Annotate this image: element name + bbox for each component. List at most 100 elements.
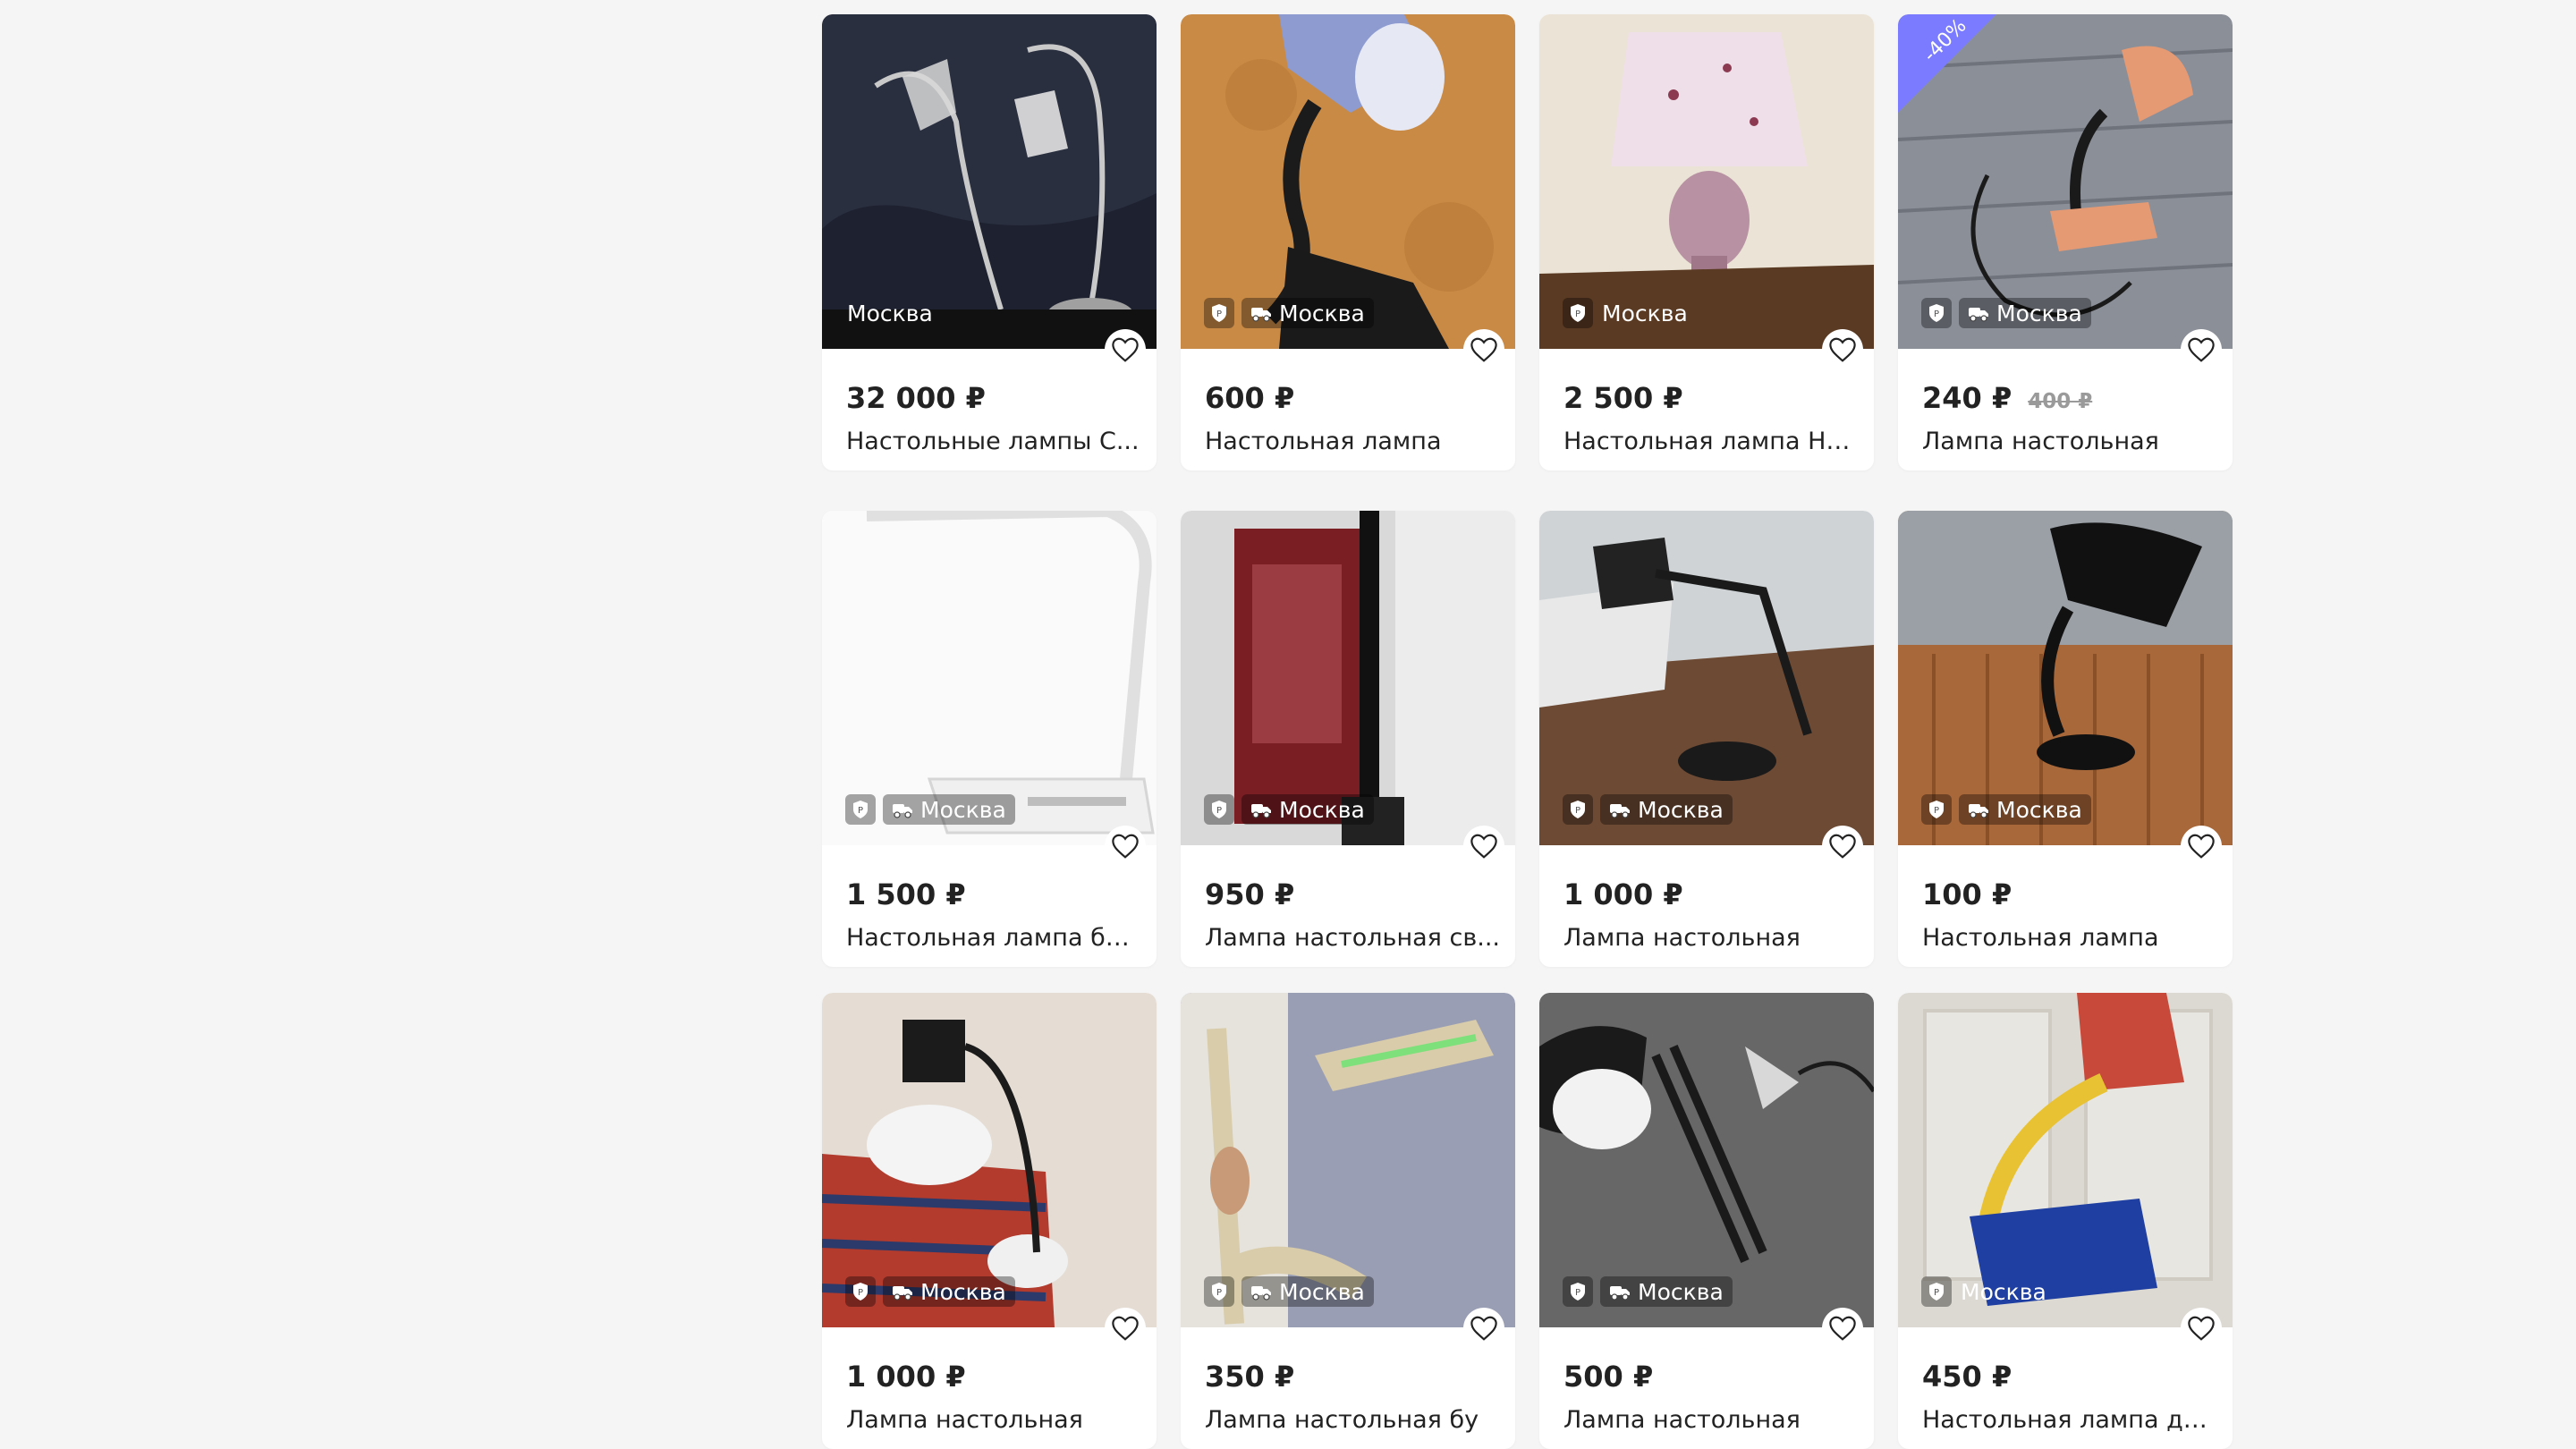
favorite-heart-icon[interactable] <box>1463 826 1504 867</box>
price: 1 500 ₽ <box>846 877 966 911</box>
listing-badges: P Москва <box>1563 793 1733 826</box>
price: 32 000 ₽ <box>846 381 986 415</box>
listing-card[interactable]: P Москва 950 ₽ Лампа настольная св... <box>1181 511 1515 967</box>
listing-title[interactable]: Настольная лампа <box>1922 924 2217 952</box>
favorite-heart-icon[interactable] <box>1105 329 1146 370</box>
city-badge: Москва <box>1600 794 1733 825</box>
favorite-heart-icon[interactable] <box>1822 1308 1863 1349</box>
listings-grid: Москва 32 000 ₽ Настольные лампы С... P … <box>0 0 2576 1449</box>
favorite-heart-icon[interactable] <box>2181 826 2222 867</box>
listing-card[interactable]: P Москва 500 ₽ Лампа настольная <box>1539 993 1874 1449</box>
price-row: 350 ₽ <box>1205 1360 1294 1394</box>
price-row: 100 ₽ <box>1922 877 2012 911</box>
favorite-heart-icon[interactable] <box>2181 329 2222 370</box>
listing-photo[interactable]: P Москва <box>822 993 1157 1327</box>
price: 240 ₽ <box>1922 381 2012 415</box>
listing-badges: P Москва <box>1204 793 1374 826</box>
shield-icon: P <box>1563 298 1593 328</box>
price-row: 950 ₽ <box>1205 877 1294 911</box>
shield-icon: P <box>1563 1276 1593 1307</box>
favorite-heart-icon[interactable] <box>1105 1308 1146 1349</box>
old-price: 400 ₽ <box>2028 390 2093 413</box>
price-row: 1 500 ₽ <box>846 877 966 911</box>
city-badge: Москва <box>883 1276 1015 1307</box>
listing-photo[interactable]: P Москва <box>1181 511 1515 845</box>
listing-photo[interactable]: P Москва <box>1539 993 1874 1327</box>
price-row: 2 500 ₽ <box>1563 381 1683 415</box>
city-badge: Москва <box>1241 298 1374 328</box>
delivery-truck-icon <box>1610 1286 1630 1301</box>
shield-icon: P <box>1204 1276 1234 1307</box>
listing-card[interactable]: P Москва 350 ₽ Лампа настольная бу <box>1181 993 1515 1449</box>
favorite-heart-icon[interactable] <box>1463 329 1504 370</box>
listing-photo[interactable]: P Москва <box>1898 511 2233 845</box>
listing-photo[interactable]: P Москва <box>1181 14 1515 349</box>
shield-icon: P <box>1204 794 1234 825</box>
price: 1 000 ₽ <box>846 1360 966 1394</box>
svg-text:P: P <box>858 806 863 816</box>
shield-icon: P <box>1921 298 1952 328</box>
listing-photo[interactable]: P Москва <box>1539 511 1874 845</box>
listing-photo[interactable]: P Москва <box>1181 993 1515 1327</box>
price-row: 1 000 ₽ <box>1563 877 1683 911</box>
shield-icon: P <box>1563 794 1593 825</box>
favorite-heart-icon[interactable] <box>1463 1308 1504 1349</box>
svg-text:P: P <box>1216 806 1222 816</box>
listing-card[interactable]: P Москва 600 ₽ Настольная лампа <box>1181 14 1515 470</box>
city-label: Москва <box>1602 300 1688 326</box>
listing-badges: Москва <box>845 297 935 329</box>
listing-badges: P Москва <box>1204 1275 1374 1308</box>
listing-card[interactable]: P Москва 2 500 ₽ Настольная лампа Ни... <box>1539 14 1874 470</box>
listing-photo[interactable]: P Москва <box>822 511 1157 845</box>
listing-title[interactable]: Лампа настольная <box>1563 924 1859 952</box>
listing-card[interactable]: Москва 32 000 ₽ Настольные лампы С... <box>822 14 1157 470</box>
listing-title[interactable]: Лампа настольная св... <box>1205 924 1500 952</box>
delivery-truck-icon <box>1610 804 1630 818</box>
price: 100 ₽ <box>1922 877 2012 911</box>
price-row: 32 000 ₽ <box>846 381 986 415</box>
listing-photo[interactable]: -40% P Москва <box>1898 14 2233 349</box>
listing-title[interactable]: Настольные лампы С... <box>846 428 1141 455</box>
listing-card[interactable]: P Москва 100 ₽ Настольная лампа <box>1898 511 2233 967</box>
discount-badge: -40% <box>1898 14 1996 113</box>
city-label: Москва <box>847 300 933 326</box>
delivery-truck-icon <box>1251 308 1271 322</box>
listing-title[interactable]: Лампа настольная <box>1563 1406 1859 1434</box>
price: 350 ₽ <box>1205 1360 1295 1394</box>
price: 450 ₽ <box>1922 1360 2012 1394</box>
listing-title[interactable]: Настольная лампа дл... <box>1922 1406 2217 1434</box>
price: 2 500 ₽ <box>1563 381 1683 415</box>
delivery-truck-icon <box>1969 308 1988 322</box>
favorite-heart-icon[interactable] <box>1822 826 1863 867</box>
city-badge: Москва <box>1959 298 2091 328</box>
delivery-truck-icon <box>893 804 912 818</box>
listing-badges: P Москва <box>1921 297 2091 329</box>
listing-title[interactable]: Настольная лампа Ни... <box>1563 428 1859 455</box>
shield-icon: P <box>1921 1276 1952 1307</box>
listing-card[interactable]: P Москва 1 500 ₽ Настольная лампа бе... <box>822 511 1157 967</box>
shield-icon: P <box>845 794 876 825</box>
delivery-truck-icon <box>1251 1286 1271 1301</box>
favorite-heart-icon[interactable] <box>1822 329 1863 370</box>
listing-card[interactable]: P Москва 1 000 ₽ Лампа настольная <box>822 993 1157 1449</box>
listing-title[interactable]: Лампа настольная <box>1922 428 2217 455</box>
price-row: 500 ₽ <box>1563 1360 1653 1394</box>
listing-card[interactable]: P Москва 450 ₽ Настольная лампа дл... <box>1898 993 2233 1449</box>
favorite-heart-icon[interactable] <box>1105 826 1146 867</box>
listing-card[interactable]: -40% P Москва 240 ₽ 400 ₽ Лампа настольн… <box>1898 14 2233 470</box>
listing-title[interactable]: Настольная лампа <box>1205 428 1500 455</box>
listing-badges: P Москва <box>1921 793 2091 826</box>
shield-icon: P <box>1204 298 1234 328</box>
listing-photo[interactable]: P Москва <box>1898 993 2233 1327</box>
listing-title[interactable]: Лампа настольная бу <box>1205 1406 1500 1434</box>
svg-text:P: P <box>1216 309 1222 319</box>
shield-icon: P <box>1921 794 1952 825</box>
listing-photo[interactable]: Москва <box>822 14 1157 349</box>
listing-photo[interactable]: P Москва <box>1539 14 1874 349</box>
price: 600 ₽ <box>1205 381 1295 415</box>
listing-title[interactable]: Лампа настольная <box>846 1406 1141 1434</box>
listing-title[interactable]: Настольная лампа бе... <box>846 924 1141 952</box>
favorite-heart-icon[interactable] <box>2181 1308 2222 1349</box>
listing-card[interactable]: P Москва 1 000 ₽ Лампа настольная <box>1539 511 1874 967</box>
svg-text:P: P <box>1575 806 1580 816</box>
